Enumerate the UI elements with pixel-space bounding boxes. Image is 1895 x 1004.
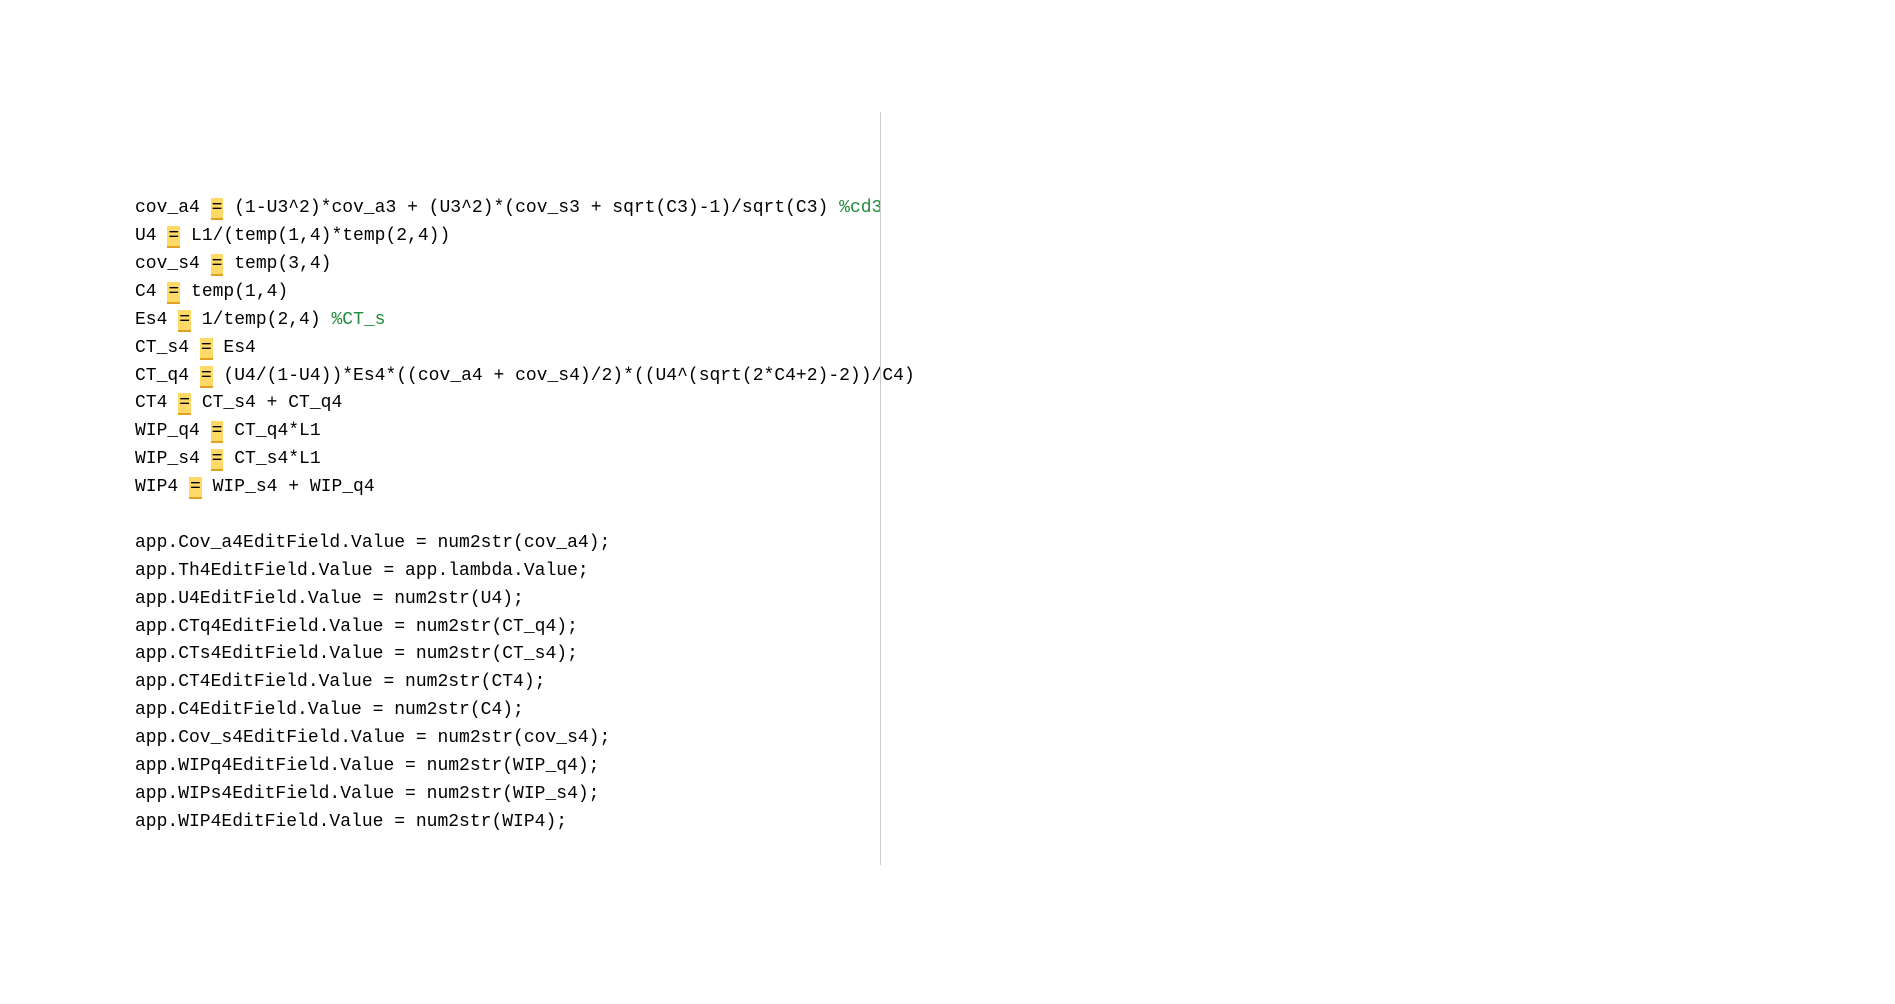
code-line[interactable]: app.Th4EditField.Value = app.lambda.Valu… [135, 558, 1895, 586]
missing-semicolon-warning[interactable]: = [167, 282, 180, 304]
code-line[interactable]: CT_q4 = (U4/(1-U4))*Es4*((cov_a4 + cov_s… [135, 363, 1895, 391]
code-text: WIP_s4 + WIP_q4 [202, 477, 375, 497]
code-text: cov_s4 [135, 254, 211, 274]
code-line[interactable]: WIP_s4 = CT_s4*L1 [135, 446, 1895, 474]
code-text: WIP_s4 [135, 449, 211, 469]
code-comment: %CT_s [331, 310, 385, 330]
missing-semicolon-warning[interactable]: = [178, 393, 191, 415]
code-line[interactable]: app.WIPq4EditField.Value = num2str(WIP_q… [135, 753, 1895, 781]
print-margin-guide [880, 112, 881, 865]
code-line[interactable]: C4 = temp(1,4) [135, 279, 1895, 307]
code-line[interactable]: U4 = L1/(temp(1,4)*temp(2,4)) [135, 223, 1895, 251]
code-text: (U4/(1-U4))*Es4*((cov_a4 + cov_s4)/2)*((… [213, 366, 915, 386]
code-text: cov_a4 [135, 198, 211, 218]
code-line[interactable]: app.CTq4EditField.Value = num2str(CT_q4)… [135, 614, 1895, 642]
code-text: CT_s4*L1 [223, 449, 320, 469]
code-text: CT_q4 [135, 366, 200, 386]
code-text: WIP4 [135, 477, 189, 497]
code-comment: %cd3 [839, 198, 882, 218]
code-line[interactable]: WIP_q4 = CT_q4*L1 [135, 418, 1895, 446]
code-text: CT_s4 + CT_q4 [191, 393, 342, 413]
code-text: CT_q4*L1 [223, 421, 320, 441]
code-text: (1-U3^2)*cov_a3 + (U3^2)*(cov_s3 + sqrt(… [223, 198, 839, 218]
code-text: temp(3,4) [223, 254, 331, 274]
missing-semicolon-warning[interactable]: = [189, 477, 202, 499]
code-line[interactable]: app.U4EditField.Value = num2str(U4); [135, 586, 1895, 614]
code-line[interactable]: app.C4EditField.Value = num2str(C4); [135, 697, 1895, 725]
code-text: C4 [135, 282, 167, 302]
code-line[interactable]: WIP4 = WIP_s4 + WIP_q4 [135, 474, 1895, 502]
missing-semicolon-warning[interactable]: = [200, 366, 213, 388]
missing-semicolon-warning[interactable]: = [211, 254, 224, 276]
missing-semicolon-warning[interactable]: = [178, 310, 191, 332]
code-lines: cov_a4 = (1-U3^2)*cov_a3 + (U3^2)*(cov_s… [135, 195, 1895, 836]
code-text: WIP_q4 [135, 421, 211, 441]
missing-semicolon-warning[interactable]: = [211, 449, 224, 471]
missing-semicolon-warning[interactable]: = [200, 338, 213, 360]
code-line[interactable]: cov_s4 = temp(3,4) [135, 251, 1895, 279]
code-line[interactable]: CT_s4 = Es4 [135, 335, 1895, 363]
code-editor[interactable]: cov_a4 = (1-U3^2)*cov_a3 + (U3^2)*(cov_s… [135, 112, 1895, 865]
code-text: L1/(temp(1,4)*temp(2,4)) [180, 226, 450, 246]
code-text: Es4 [213, 338, 256, 358]
code-line[interactable]: Es4 = 1/temp(2,4) %CT_s [135, 307, 1895, 335]
code-line[interactable]: app.WIPs4EditField.Value = num2str(WIP_s… [135, 781, 1895, 809]
missing-semicolon-warning[interactable]: = [211, 198, 224, 220]
code-text: Es4 [135, 310, 178, 330]
code-line[interactable]: app.WIP4EditField.Value = num2str(WIP4); [135, 809, 1895, 837]
code-line[interactable]: cov_a4 = (1-U3^2)*cov_a3 + (U3^2)*(cov_s… [135, 195, 1895, 223]
code-line[interactable]: CT4 = CT_s4 + CT_q4 [135, 390, 1895, 418]
code-text: temp(1,4) [180, 282, 288, 302]
missing-semicolon-warning[interactable]: = [167, 226, 180, 248]
code-text: CT4 [135, 393, 178, 413]
code-text: U4 [135, 226, 167, 246]
code-line[interactable] [135, 502, 1895, 530]
code-line[interactable]: app.Cov_s4EditField.Value = num2str(cov_… [135, 725, 1895, 753]
code-line[interactable]: app.Cov_a4EditField.Value = num2str(cov_… [135, 530, 1895, 558]
code-text: CT_s4 [135, 338, 200, 358]
missing-semicolon-warning[interactable]: = [211, 421, 224, 443]
code-text: 1/temp(2,4) [191, 310, 331, 330]
code-line[interactable]: app.CTs4EditField.Value = num2str(CT_s4)… [135, 641, 1895, 669]
code-line[interactable]: app.CT4EditField.Value = num2str(CT4); [135, 669, 1895, 697]
